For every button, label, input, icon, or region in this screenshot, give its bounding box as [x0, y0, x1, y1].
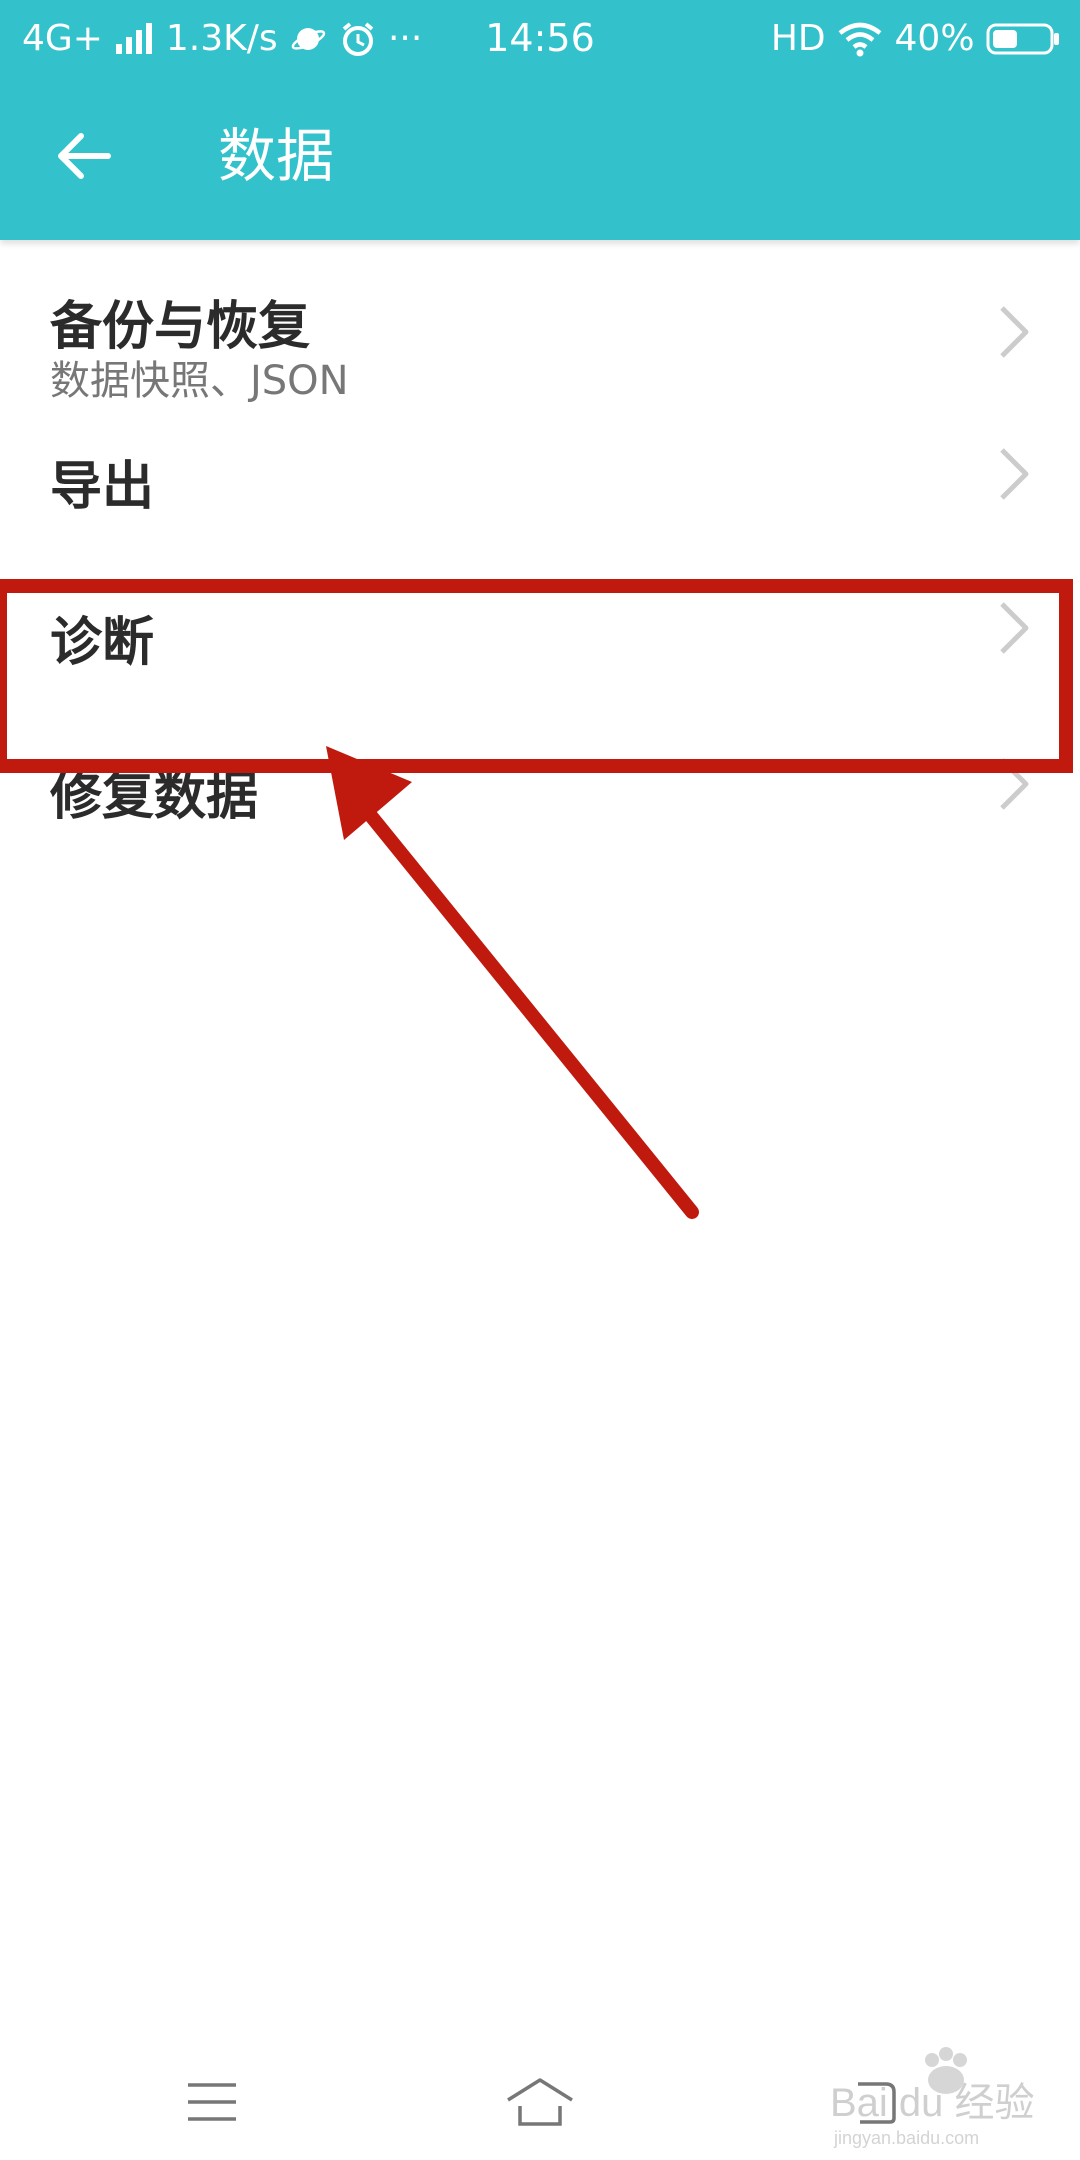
nav-home-button[interactable]	[490, 2062, 590, 2142]
back-button[interactable]	[46, 118, 122, 194]
status-right: HD 40%	[771, 16, 1062, 60]
list-item-backup-restore[interactable]: 备份与恢复 数据快照、JSON	[0, 240, 1080, 404]
chevron-right-icon	[1000, 758, 1029, 810]
battery-percent: 40%	[894, 18, 975, 59]
menu-icon	[188, 2083, 236, 2121]
app-header: 4G+ 1.3K/s ··· 14:56 HD 40% 数据	[0, 0, 1080, 240]
status-bar: 4G+ 1.3K/s ··· 14:56 HD 40%	[0, 0, 1080, 76]
baidu-jingyan-watermark: Bai du 经验 jingyan.baidu.com	[820, 2040, 1060, 2150]
home-icon	[507, 2078, 573, 2126]
paw-icon: Bai du 经验 jingyan.baidu.com	[830, 2047, 1035, 2148]
chevron-right-icon	[1000, 602, 1029, 654]
chevron-right-icon	[1000, 306, 1029, 358]
list-item-title: 导出	[50, 457, 155, 517]
arrow-left-icon	[58, 133, 111, 179]
watermark-brand: Bai du 经验	[830, 2081, 1035, 2125]
list-item-diagnose[interactable]: 诊断	[0, 546, 1080, 706]
chevron-right-icon	[1000, 448, 1029, 500]
battery-icon	[986, 23, 1059, 55]
list-item-title: 修复数据	[50, 767, 259, 827]
list-item-subtitle: 数据快照、JSON	[50, 358, 349, 404]
page-title: 数据	[218, 122, 335, 190]
wifi-icon	[838, 22, 882, 57]
list-item-title: 诊断	[50, 613, 155, 673]
watermark-url: jingyan.baidu.com	[833, 2128, 979, 2148]
hd-indicator: HD	[770, 18, 826, 59]
list-item-repair-data[interactable]: 修复数据	[0, 706, 1080, 856]
nav-menu-button[interactable]	[162, 2062, 262, 2142]
list-item-export[interactable]: 导出	[0, 400, 1080, 546]
